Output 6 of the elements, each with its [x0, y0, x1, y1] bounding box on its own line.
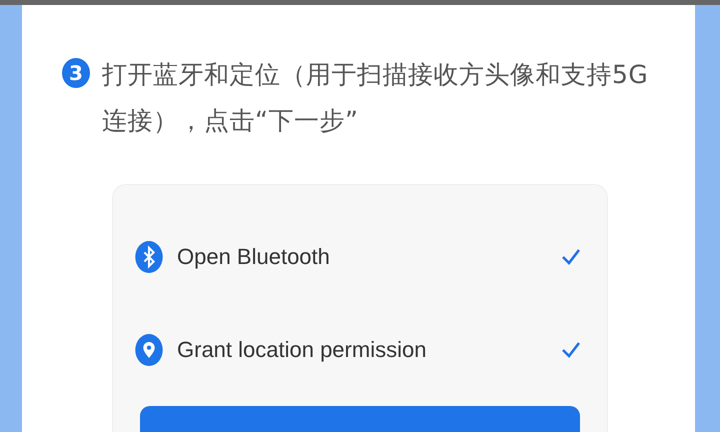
- step-number: 3: [62, 58, 90, 88]
- location-pin-icon: [135, 334, 163, 366]
- bluetooth-icon: [135, 241, 163, 273]
- permission-label: Grant location permission: [177, 337, 428, 363]
- step-instruction: 打开蓝牙和定位（用于扫描接收方头像和支持5G连接），点击“下一步”: [102, 59, 650, 137]
- permission-label: Open Bluetooth: [177, 244, 331, 270]
